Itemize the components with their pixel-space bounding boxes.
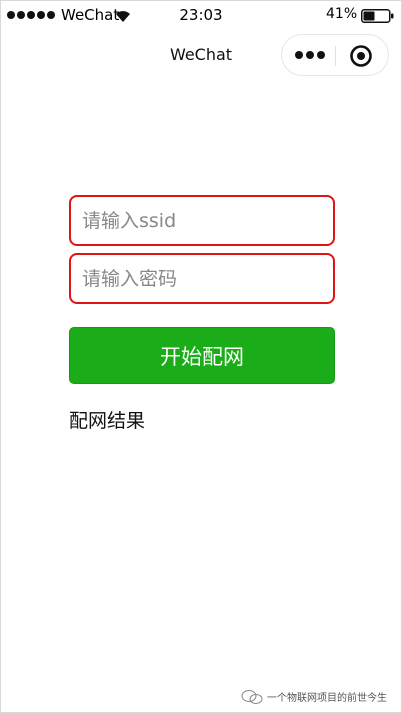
password-input[interactable] xyxy=(71,255,333,302)
battery-icon xyxy=(361,9,394,23)
phone-frame: WeChat 23:03 41% WeChat 开始配网 配网结果 xyxy=(0,0,402,713)
status-bar: WeChat 23:03 41% xyxy=(1,1,401,31)
capsule-divider xyxy=(335,46,336,66)
battery-percentage: 41% xyxy=(326,6,358,22)
watermark-text: 一个物联网项目的前世今生 xyxy=(267,693,387,704)
more-dots-icon[interactable] xyxy=(294,48,326,62)
ssid-input[interactable] xyxy=(71,197,333,244)
watermark: 一个物联网项目的前世今生 xyxy=(241,689,387,704)
provisioning-result-label: 配网结果 xyxy=(69,410,146,432)
wechat-logo-icon xyxy=(241,689,263,704)
password-field xyxy=(69,253,335,304)
ssid-field xyxy=(69,195,335,246)
menu-capsule xyxy=(281,34,389,76)
start-provisioning-button[interactable]: 开始配网 xyxy=(69,327,335,384)
close-target-icon[interactable] xyxy=(349,44,373,68)
